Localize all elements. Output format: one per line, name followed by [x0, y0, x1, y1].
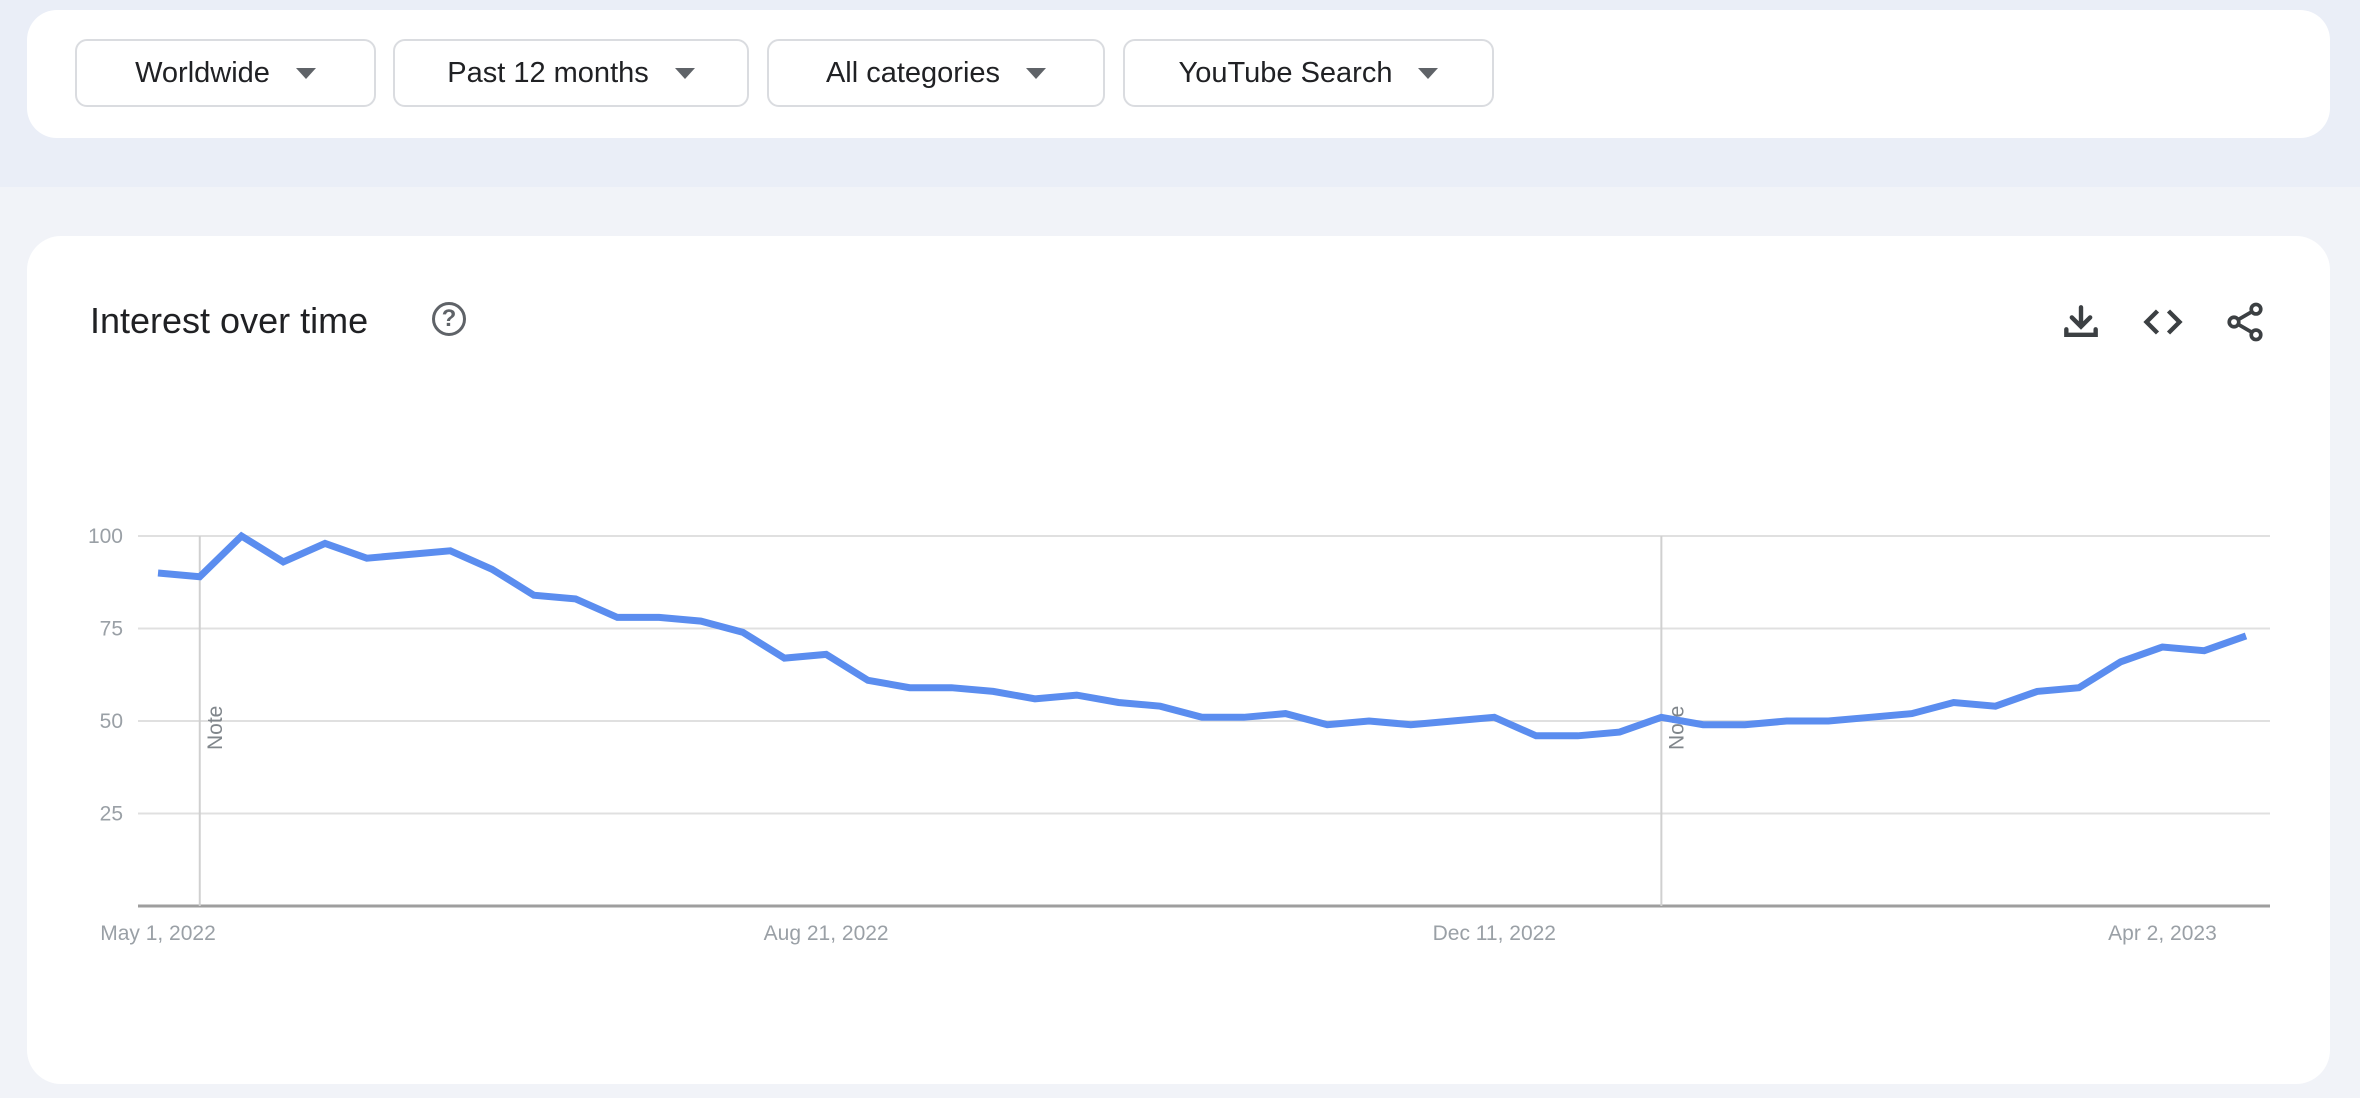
x-tick-label: Aug 21, 2022 [764, 922, 889, 945]
interest-line-chart: 25 50 75 100 Note Note May 1, 2022 Aug 21, 2022… [88, 525, 2270, 945]
y-tick-label: 50 [100, 710, 123, 733]
x-tick-label: Dec 11, 2022 [1433, 922, 1556, 945]
note-label: Note [204, 706, 227, 750]
x-tick-label: Apr 2, 2023 [2108, 922, 2217, 945]
x-tick-label: May 1, 2022 [100, 922, 216, 945]
y-tick-label: 75 [100, 618, 123, 641]
series-line [157, 531, 2248, 740]
y-tick-label: 25 [100, 803, 123, 826]
note-label: Note [1665, 706, 1688, 750]
y-tick-label: 100 [88, 525, 123, 548]
